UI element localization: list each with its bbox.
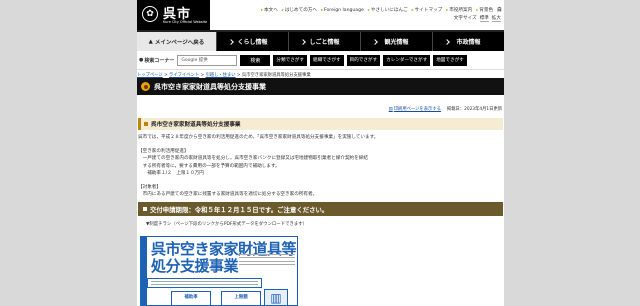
notice-marker-icon	[143, 207, 147, 212]
page-title: 呉市空き家家財道具等処分支援事業	[154, 82, 266, 91]
link-first-time[interactable]: はじめての方へ	[282, 7, 317, 13]
nav-home-label: メインページへ戻る	[154, 39, 205, 46]
nav-living[interactable]: くらし情報	[216, 32, 288, 51]
link-easy-japanese[interactable]: やさしいにほんご	[368, 7, 408, 13]
body-line: 【空き家の利活用促進】	[138, 149, 189, 155]
flyer-subsidy-rate-box: 補助率	[171, 291, 211, 305]
body-line: 補助率１/２ 上限１０万円	[138, 170, 204, 176]
top-links: 本文へ はじめての方へ Foreign language やさしいにほんご サイ…	[261, 7, 504, 13]
body-line: 呉市では，平成２８年度から空き家の利活用促進のため，「呉市空き家家財道具等処分支…	[138, 135, 379, 140]
breadcrumb-life-events[interactable]: ライフイベント	[169, 73, 199, 78]
nav-city-admin[interactable]: 市政情報	[432, 32, 504, 51]
link-foreign-language[interactable]: Foreign language	[321, 7, 364, 13]
browse-by-department[interactable]: 組織でさがす	[309, 54, 344, 66]
print-label: 印刷用ページを表示する	[393, 107, 441, 112]
flyer-fine-print	[239, 251, 295, 268]
link-sitemap[interactable]: サイトマップ	[412, 7, 443, 13]
body-line: 一戸建ての空き家内の家財道具等を処分し，呉市空き家バンクに登録又は宅地建物取引業…	[138, 156, 368, 162]
search-bar: ● 検索コーナー Google 提供 検索 分類でさがす 組織でさがす 目的でさ…	[137, 51, 504, 70]
page-title-band: 呉市空き家家財道具等処分支援事業	[137, 78, 504, 95]
global-nav: ▲ メインページへ戻る くらし情報 しごと情報 観光情報 市政情報	[137, 30, 504, 51]
heading-marker-icon	[144, 122, 148, 126]
nav-tourism[interactable]: 観光情報	[360, 32, 432, 51]
search-input[interactable]: Google 提供	[177, 54, 238, 66]
nav-home[interactable]: ▲ メインページへ戻る	[137, 32, 216, 51]
browse-by-calendar[interactable]: カレンダーでさがす	[383, 54, 431, 66]
font-size-controls: 文字サイズ 標準 拡大	[454, 15, 501, 22]
nav-work[interactable]: しごと情報	[288, 32, 360, 51]
link-skip-to-content[interactable]: 本文へ	[261, 7, 278, 13]
section-heading: 呉市空き家家財道具等処分支援事業	[138, 118, 503, 130]
browse-by-purpose[interactable]: 目的でさがす	[346, 54, 381, 66]
browse-by-category[interactable]: 分類でさがす	[273, 54, 307, 66]
flyer-cap-amount-box: 上限額	[221, 291, 261, 305]
article-body: 呉市では，平成２８年度から空き家の利活用促進のため，「呉市空き家家財道具等処分支…	[137, 130, 504, 198]
breadcrumb-moving-housing[interactable]: 引越し・住まい	[205, 73, 235, 78]
font-size-label: 文字サイズ	[453, 16, 477, 21]
font-size-large[interactable]: 拡大	[491, 15, 501, 22]
page-frame: ✿ 呉市 Kure City Official Website 本文へ はじめて…	[137, 0, 504, 306]
flyer-caption: ▼制度チラシ（ページ下段のリンクからPDF形式データをダウンロードできます）	[146, 222, 308, 228]
city-seal-icon: ✿	[142, 6, 158, 22]
breadcrumb: トップページ > ライフイベント > 引越し・住まい > 呉市空き家家財道具等処…	[137, 73, 311, 78]
deadline-notice: 交付申請期限：令和５年１２月１５日です。ご注意ください。	[138, 202, 503, 217]
site-header: ✿ 呉市 Kure City Official Website 本文へ はじめて…	[137, 0, 504, 30]
home-icon: ▲	[148, 38, 153, 45]
deadline-notice-text: 交付申請期限：令和５年１２月１５日です。ご注意ください。	[150, 205, 329, 214]
breadcrumb-current: 呉市空き家家財道具等処分支援事業	[241, 73, 311, 78]
bg-color-white[interactable]: 白	[497, 7, 502, 13]
search-label-text: 検索コーナー	[144, 57, 175, 64]
printer-icon: ▤	[388, 106, 393, 112]
search-label: ● 検索コーナー	[139, 57, 174, 64]
font-size-standard[interactable]: 標準	[479, 15, 489, 22]
flyer-title-line2: 処分支援事業	[151, 257, 239, 275]
page-meta: ▤ 印刷用ページを表示する 掲載日：2023年4月1日更新	[137, 103, 504, 115]
body-line: する所有者等に，要する費用の一部を予算の範囲内で補助します。	[138, 163, 280, 169]
site-logo[interactable]: ✿ 呉市 Kure City Official Website	[137, 0, 210, 30]
search-icon: ●	[139, 57, 144, 63]
city-emblem-icon	[141, 82, 150, 91]
link-city-hall-guide[interactable]: 市役所案内	[446, 7, 472, 13]
browse-by-map[interactable]: 地図でさがす	[433, 54, 467, 66]
updated-date: 掲載日：2023年4月1日更新	[446, 107, 502, 112]
body-line: 【対象者】	[138, 185, 161, 191]
breadcrumb-top[interactable]: トップページ	[137, 73, 163, 78]
logo-subtitle: Kure City Official Website	[163, 20, 208, 24]
document-icon: ▥	[264, 289, 288, 305]
body-line: 市内にある戸建ての空き家に残置する家財道具等を適切に処分する空き家の所有者。	[138, 192, 318, 198]
section-heading-text: 呉市空き家家財道具等処分支援事業	[151, 122, 241, 128]
print-page-link[interactable]: ▤ 印刷用ページを表示する	[388, 106, 441, 113]
bg-color-label: 背景色	[476, 7, 493, 13]
flyer-description-box	[147, 278, 262, 288]
search-button[interactable]: 検索	[240, 54, 271, 66]
flyer-stripe	[141, 237, 147, 305]
flyer-image: 呉市空き家家財道具等 処分支援事業 補助率 上限額 ▥	[140, 236, 298, 306]
